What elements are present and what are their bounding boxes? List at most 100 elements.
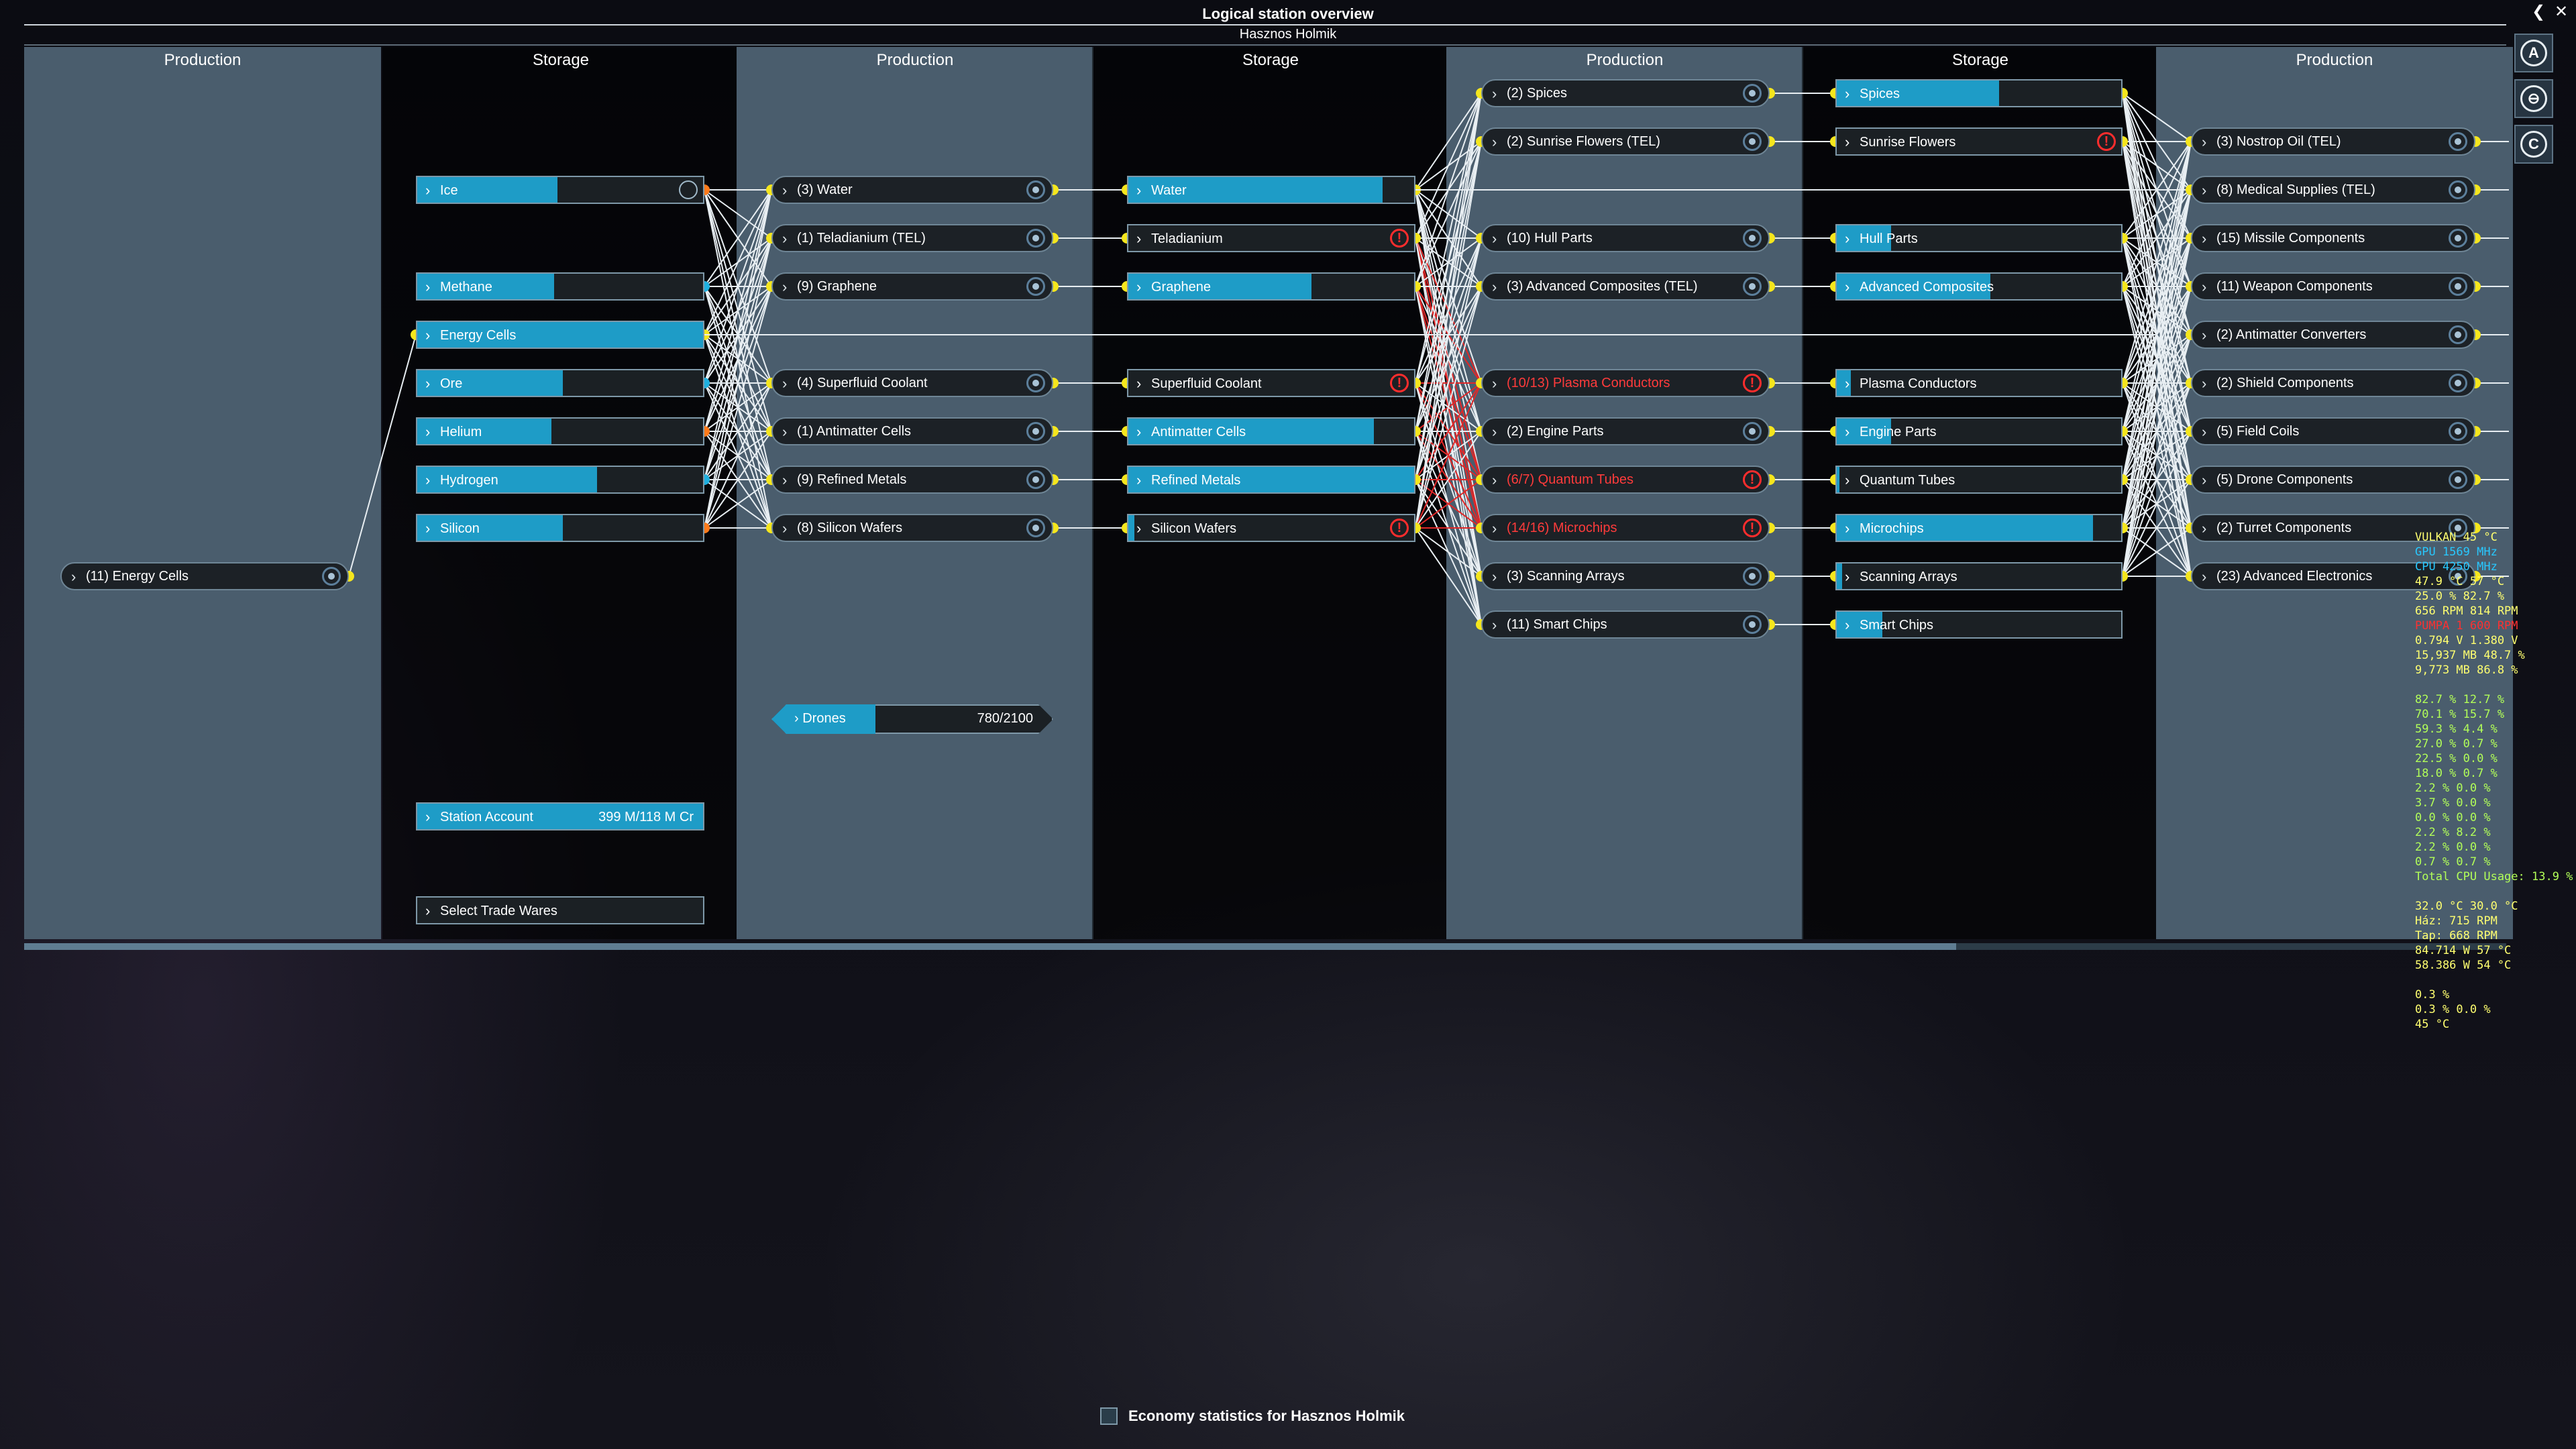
checkbox-icon[interactable] xyxy=(1100,1407,1118,1425)
production-module-11-weapon-components[interactable]: › (11) Weapon Components xyxy=(2191,272,2475,301)
osd-line: 27.0 % 0.7 % xyxy=(2415,737,2498,751)
production-module-3-advanced-composites-tel[interactable]: › (3) Advanced Composites (TEL) xyxy=(1481,272,1770,301)
drones-bar[interactable]: › Drones 780/2100 xyxy=(771,704,1053,734)
osd-line: 18.0 % 0.7 % xyxy=(2415,767,2498,780)
chevron-right-icon: › xyxy=(2202,327,2207,343)
production-module-10-hull-parts[interactable]: › (10) Hull Parts xyxy=(1481,224,1770,252)
module-label: (1) Teladianium (TEL) xyxy=(797,230,926,246)
osd-line: 2.2 % 8.2 % xyxy=(2415,826,2491,839)
storage-ware-plasma-conductors[interactable]: › Plasma Conductors xyxy=(1835,369,2123,397)
storage-ware-energy-cells[interactable]: › Energy Cells xyxy=(416,321,704,349)
chevron-right-icon: › xyxy=(1845,230,1850,247)
ware-label: Water xyxy=(1151,183,1187,198)
storage-ware-methane[interactable]: › Methane xyxy=(416,272,704,301)
production-module-8-silicon-wafers[interactable]: › (8) Silicon Wafers xyxy=(771,514,1053,542)
select-trade-wares-label: Select Trade Wares xyxy=(440,904,557,918)
production-module-3-scanning-arrays[interactable]: › (3) Scanning Arrays xyxy=(1481,562,1770,590)
map-icon: ⊖ xyxy=(2520,85,2547,112)
module-label: (3) Scanning Arrays xyxy=(1507,568,1625,584)
chevron-right-icon: › xyxy=(1845,568,1850,585)
storage-ware-helium[interactable]: › Helium xyxy=(416,417,704,445)
storage-ware-superfluid-coolant[interactable]: › Superfluid Coolant! xyxy=(1127,369,1415,397)
storage-ware-sunrise-flowers[interactable]: › Sunrise Flowers! xyxy=(1835,127,2123,156)
production-module-1-antimatter-cells[interactable]: › (1) Antimatter Cells xyxy=(771,417,1053,445)
storage-ware-scanning-arrays[interactable]: › Scanning Arrays xyxy=(1835,562,2123,590)
storage-ware-hull-parts[interactable]: › Hull Parts xyxy=(1835,224,2123,252)
chevron-right-icon: › xyxy=(1136,278,1142,295)
panel-bottom-bar xyxy=(24,943,2506,950)
module-label: (3) Nostrop Oil (TEL) xyxy=(2216,133,2341,149)
ware-label: Microchips xyxy=(1860,521,1924,536)
module-label: (2) Sunrise Flowers (TEL) xyxy=(1507,133,1660,149)
storage-ware-silicon-wafers[interactable]: › Silicon Wafers! xyxy=(1127,514,1415,542)
station-account-button[interactable]: › Station Account 399 M/118 M Cr xyxy=(416,802,704,830)
storage-ware-smart-chips[interactable]: › Smart Chips xyxy=(1835,610,2123,639)
storage-ware-silicon[interactable]: › Silicon xyxy=(416,514,704,542)
column-header: Storage xyxy=(1242,51,1299,69)
storage-ware-advanced-composites[interactable]: › Advanced Composites xyxy=(1835,272,2123,301)
production-module-9-refined-metals[interactable]: › (9) Refined Metals xyxy=(771,466,1053,494)
gear-icon xyxy=(1743,277,1762,296)
production-module-5-drone-components[interactable]: › (5) Drone Components xyxy=(2191,466,2475,494)
module-label: (11) Weapon Components xyxy=(2216,278,2373,294)
storage-ware-engine-parts[interactable]: › Engine Parts xyxy=(1835,417,2123,445)
production-module-15-missile-components[interactable]: › (15) Missile Components xyxy=(2191,224,2475,252)
production-module-10-13-plasma-conductors[interactable]: › (10/13) Plasma Conductors! xyxy=(1481,369,1770,397)
storage-ware-ore[interactable]: › Ore xyxy=(416,369,704,397)
production-module-3-nostrop-oil-tel[interactable]: › (3) Nostrop Oil (TEL) xyxy=(2191,127,2475,156)
production-module-2-shield-components[interactable]: › (2) Shield Components xyxy=(2191,369,2475,397)
module-label: (2) Antimatter Converters xyxy=(2216,327,2367,342)
chevron-right-icon: › xyxy=(1136,375,1142,392)
osd-line: 58.386 W 54 °C xyxy=(2415,959,2512,972)
production-module-2-spices[interactable]: › (2) Spices xyxy=(1481,79,1770,107)
storage-ware-teladianium[interactable]: › Teladianium! xyxy=(1127,224,1415,252)
storage-ware-ice[interactable]: › Ice xyxy=(416,176,704,204)
stock-level-bar xyxy=(1128,515,1134,541)
storage-ware-water[interactable]: › Water xyxy=(1127,176,1415,204)
production-module-1-teladianium-tel[interactable]: › (1) Teladianium (TEL) xyxy=(771,224,1053,252)
production-module-2-antimatter-converters[interactable]: › (2) Antimatter Converters xyxy=(2191,321,2475,349)
production-module-8-medical-supplies-tel[interactable]: › (8) Medical Supplies (TEL) xyxy=(2191,176,2475,204)
storage-ware-microchips[interactable]: › Microchips xyxy=(1835,514,2123,542)
back-icon[interactable]: ❮ xyxy=(2529,3,2548,21)
storage-ware-spices[interactable]: › Spices xyxy=(1835,79,2123,107)
production-module-4-superfluid-coolant[interactable]: › (4) Superfluid Coolant xyxy=(771,369,1053,397)
crew-button[interactable]: C xyxy=(2514,125,2553,164)
module-label: (23) Advanced Electronics xyxy=(2216,568,2373,584)
swap-icon[interactable] xyxy=(679,180,698,199)
autopilot-button[interactable]: A xyxy=(2514,34,2553,72)
ware-label: Energy Cells xyxy=(440,328,517,343)
column-header: Production xyxy=(876,51,954,69)
ware-label: Refined Metals xyxy=(1151,473,1241,488)
map-button[interactable]: ⊖ xyxy=(2514,79,2553,118)
production-module-6-7-quantum-tubes[interactable]: › (6/7) Quantum Tubes! xyxy=(1481,466,1770,494)
storage-ware-quantum-tubes[interactable]: › Quantum Tubes xyxy=(1835,466,2123,494)
production-module-9-graphene[interactable]: › (9) Graphene xyxy=(771,272,1053,301)
warning-icon: ! xyxy=(1743,374,1762,392)
storage-ware-antimatter-cells[interactable]: › Antimatter Cells xyxy=(1127,417,1415,445)
chevron-right-icon: › xyxy=(2202,568,2207,585)
close-icon[interactable]: ✕ xyxy=(2552,3,2571,21)
gear-icon xyxy=(2449,229,2467,248)
gear-icon xyxy=(1026,519,1045,537)
osd-line: 9,773 MB 86.8 % xyxy=(2415,663,2518,677)
select-trade-wares-button[interactable]: › Select Trade Wares xyxy=(416,896,704,924)
economy-statistics-toggle[interactable]: Economy statistics for Hasznos Holmik xyxy=(1100,1407,1405,1425)
gear-icon xyxy=(2449,470,2467,489)
module-label: (5) Drone Components xyxy=(2216,472,2353,487)
production-module-11-smart-chips[interactable]: › (11) Smart Chips xyxy=(1481,610,1770,639)
production-module-5-field-coils[interactable]: › (5) Field Coils xyxy=(2191,417,2475,445)
production-module-3-water[interactable]: › (3) Water xyxy=(771,176,1053,204)
storage-ware-refined-metals[interactable]: › Refined Metals xyxy=(1127,466,1415,494)
chevron-right-icon: › xyxy=(425,327,431,343)
production-module-11-energy-cells[interactable]: › (11) Energy Cells xyxy=(60,562,349,590)
production-module-2-engine-parts[interactable]: › (2) Engine Parts xyxy=(1481,417,1770,445)
osd-line: 0.3 % xyxy=(2415,988,2450,1002)
osd-line: 82.7 % 12.7 % xyxy=(2415,693,2505,706)
osd-line: 0.0 % 0.0 % xyxy=(2415,811,2491,824)
gear-icon xyxy=(2449,132,2467,151)
production-module-14-16-microchips[interactable]: › (14/16) Microchips! xyxy=(1481,514,1770,542)
storage-ware-graphene[interactable]: › Graphene xyxy=(1127,272,1415,301)
storage-ware-hydrogen[interactable]: › Hydrogen xyxy=(416,466,704,494)
production-module-2-sunrise-flowers-tel[interactable]: › (2) Sunrise Flowers (TEL) xyxy=(1481,127,1770,156)
